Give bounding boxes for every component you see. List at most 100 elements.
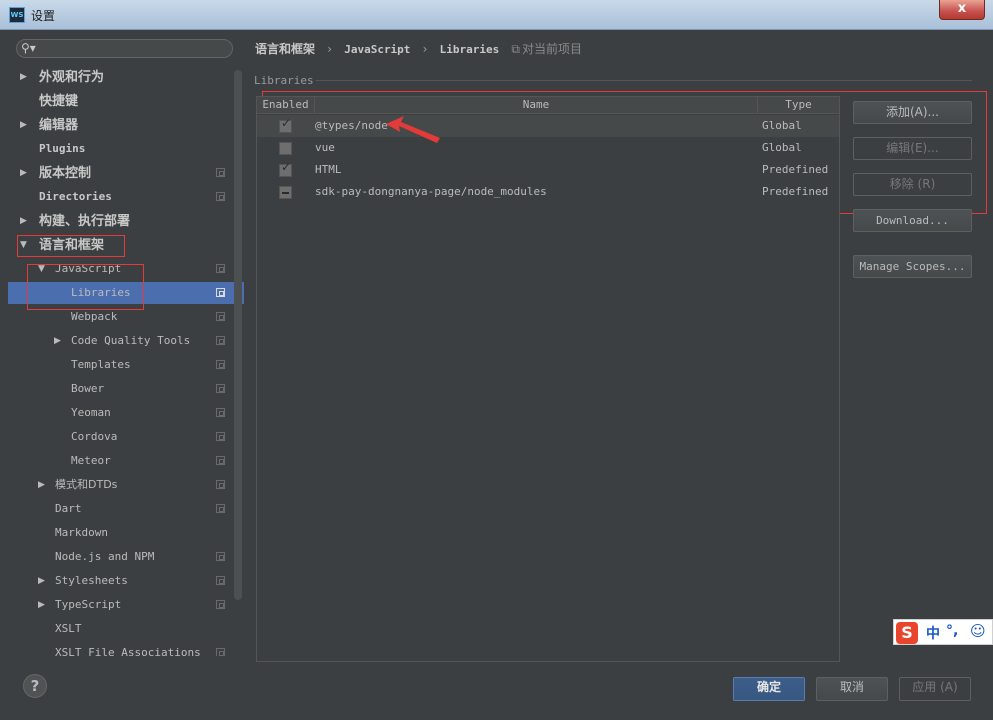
project-level-copy-icon (216, 360, 225, 369)
library-name: HTML (315, 163, 342, 176)
expand-right-icon[interactable]: ▶ (20, 114, 27, 136)
settings-sidebar: ⚲▾ ▶ 外观和行为 快捷键 ▶ 编辑器 Plugins ▶ 版本控制 Directories ▶… (8, 30, 244, 656)
library-type: Global (762, 119, 802, 132)
project-level-copy-icon (216, 192, 225, 201)
download-library-button[interactable]: Download... (853, 209, 972, 232)
enabled-checkbox[interactable] (279, 160, 292, 177)
sidebar-item[interactable]: ▶ 编辑器 (8, 114, 244, 136)
ime-emoji-icon[interactable]: ☺ (970, 622, 986, 640)
project-level-copy-icon (216, 264, 225, 273)
breadcrumb-item-language-frameworks: 语言和框架 (255, 42, 316, 56)
library-type: Predefined (762, 163, 829, 176)
sidebar-item-label: 版本控制 (39, 166, 92, 181)
sidebar-item-label: Stylesheets (55, 574, 128, 587)
sidebar-item[interactable]: Node.js and NPM (8, 546, 244, 568)
sidebar-item-label: Templates (71, 358, 131, 371)
sogou-logo-icon: S (896, 622, 918, 644)
project-scope-text: 对当前项目 (522, 42, 583, 56)
copy-icon: ⧉ (511, 42, 520, 56)
project-level-copy-icon (216, 312, 225, 321)
breadcrumb-separator: › (327, 42, 333, 56)
sidebar-item[interactable]: Plugins (8, 138, 244, 160)
sidebar-item-label: 快捷键 (39, 94, 79, 109)
breadcrumb-item-libraries: Libraries (439, 43, 500, 56)
sidebar-item[interactable]: ▶ 构建、执行部署 (8, 210, 244, 232)
sidebar-item-label: Yeoman (71, 406, 111, 419)
sidebar-item-label: 编辑器 (39, 118, 79, 133)
ok-button[interactable]: 确定 (733, 677, 805, 701)
sidebar-item-label: Cordova (71, 430, 118, 443)
settings-search-input[interactable]: ⚲▾ (16, 39, 233, 58)
enabled-checkbox[interactable] (279, 116, 292, 133)
project-level-copy-icon (216, 648, 225, 656)
library-type: Global (762, 141, 802, 154)
table-row[interactable]: @types/node Global (257, 115, 839, 137)
sidebar-item[interactable]: XSLT (8, 618, 244, 640)
table-row[interactable]: vue Global (257, 137, 839, 159)
sidebar-item[interactable]: Yeoman (8, 402, 244, 424)
remove-library-button[interactable]: 移除 (R) (853, 173, 972, 196)
manage-scopes-button[interactable]: Manage Scopes... (853, 255, 972, 278)
sidebar-item[interactable]: ▶ Stylesheets (8, 570, 244, 592)
expand-right-icon[interactable]: ▶ (20, 162, 27, 184)
sidebar-item-label: 外观和行为 (39, 70, 105, 85)
sidebar-item[interactable]: ▶ 版本控制 (8, 162, 244, 184)
sidebar-item[interactable]: Templates (8, 354, 244, 376)
breadcrumb: 语言和框架 › JavaScript › Libraries ⧉ 对当前项目 (255, 40, 598, 58)
expand-right-icon[interactable]: ▶ (54, 330, 61, 352)
search-icon: ⚲▾ (21, 41, 36, 55)
expand-right-icon[interactable]: ▶ (38, 594, 45, 616)
project-level-copy-icon (216, 432, 225, 441)
cancel-button[interactable]: 取消 (816, 677, 888, 701)
project-level-copy-icon (216, 336, 225, 345)
window-title-bar: WS 设置 x (0, 0, 993, 30)
window-close-button[interactable]: x (939, 0, 985, 20)
sidebar-item-label: XSLT File Associations (55, 646, 201, 656)
libraries-table: Enabled Name Type @types/node Global vue Gl… (256, 96, 840, 662)
sidebar-item[interactable]: Bower (8, 378, 244, 400)
breadcrumb-item-javascript: JavaScript (344, 43, 411, 56)
sidebar-item[interactable]: Cordova (8, 426, 244, 448)
table-row[interactable]: sdk-pay-dongnanya-page/node_modules Prede… (257, 181, 839, 203)
add-library-button[interactable]: 添加(A)... (853, 101, 972, 124)
library-type: Predefined (762, 185, 829, 198)
sidebar-item-label: Node.js and NPM (55, 550, 155, 563)
table-row[interactable]: HTML Predefined (257, 159, 839, 181)
sidebar-item[interactable]: XSLT File Associations (8, 642, 244, 656)
enabled-checkbox[interactable] (279, 186, 292, 199)
window-title: 设置 (31, 9, 56, 23)
annotation-box-javascript-libraries (27, 264, 144, 310)
sidebar-item[interactable]: ▶ 模式和DTDs (8, 474, 244, 496)
expand-right-icon[interactable]: ▶ (20, 66, 27, 88)
sidebar-item[interactable]: Dart (8, 498, 244, 520)
sidebar-item[interactable]: ▶ Code Quality Tools (8, 330, 244, 352)
sidebar-scrollbar[interactable] (234, 70, 242, 600)
apply-button[interactable]: 应用 (A) (899, 677, 971, 701)
ime-status-bar[interactable]: S 中 °, ☺ (893, 619, 993, 645)
sidebar-item[interactable]: 快捷键 (8, 90, 244, 112)
column-header-enabled[interactable]: Enabled (257, 97, 315, 113)
expand-right-icon[interactable]: ▶ (38, 474, 45, 496)
column-header-name[interactable]: Name (315, 97, 758, 113)
sidebar-item[interactable]: Markdown (8, 522, 244, 544)
sidebar-item[interactable]: Directories (8, 186, 244, 208)
sidebar-item[interactable]: ▶ 外观和行为 (8, 66, 244, 88)
sidebar-item-label: 构建、执行部署 (39, 214, 131, 229)
libraries-table-header: Enabled Name Type (257, 97, 839, 114)
project-level-copy-icon (216, 408, 225, 417)
expand-right-icon[interactable]: ▶ (38, 570, 45, 592)
webstorm-app-icon: WS (9, 7, 25, 23)
edit-library-button[interactable]: 编辑(E)... (853, 137, 972, 160)
ime-punctuation[interactable]: °, (946, 623, 958, 639)
column-header-type[interactable]: Type (758, 97, 839, 113)
sidebar-item[interactable]: ▶ TypeScript (8, 594, 244, 616)
project-level-copy-icon (216, 480, 225, 489)
enabled-checkbox[interactable] (279, 142, 292, 155)
project-level-copy-icon (216, 600, 225, 609)
ime-mode-chinese[interactable]: 中 (926, 623, 940, 643)
help-button[interactable]: ? (23, 674, 47, 698)
sidebar-item[interactable]: Meteor (8, 450, 244, 472)
project-level-copy-icon (216, 552, 225, 561)
project-level-copy-icon (216, 504, 225, 513)
expand-right-icon[interactable]: ▶ (20, 210, 27, 232)
